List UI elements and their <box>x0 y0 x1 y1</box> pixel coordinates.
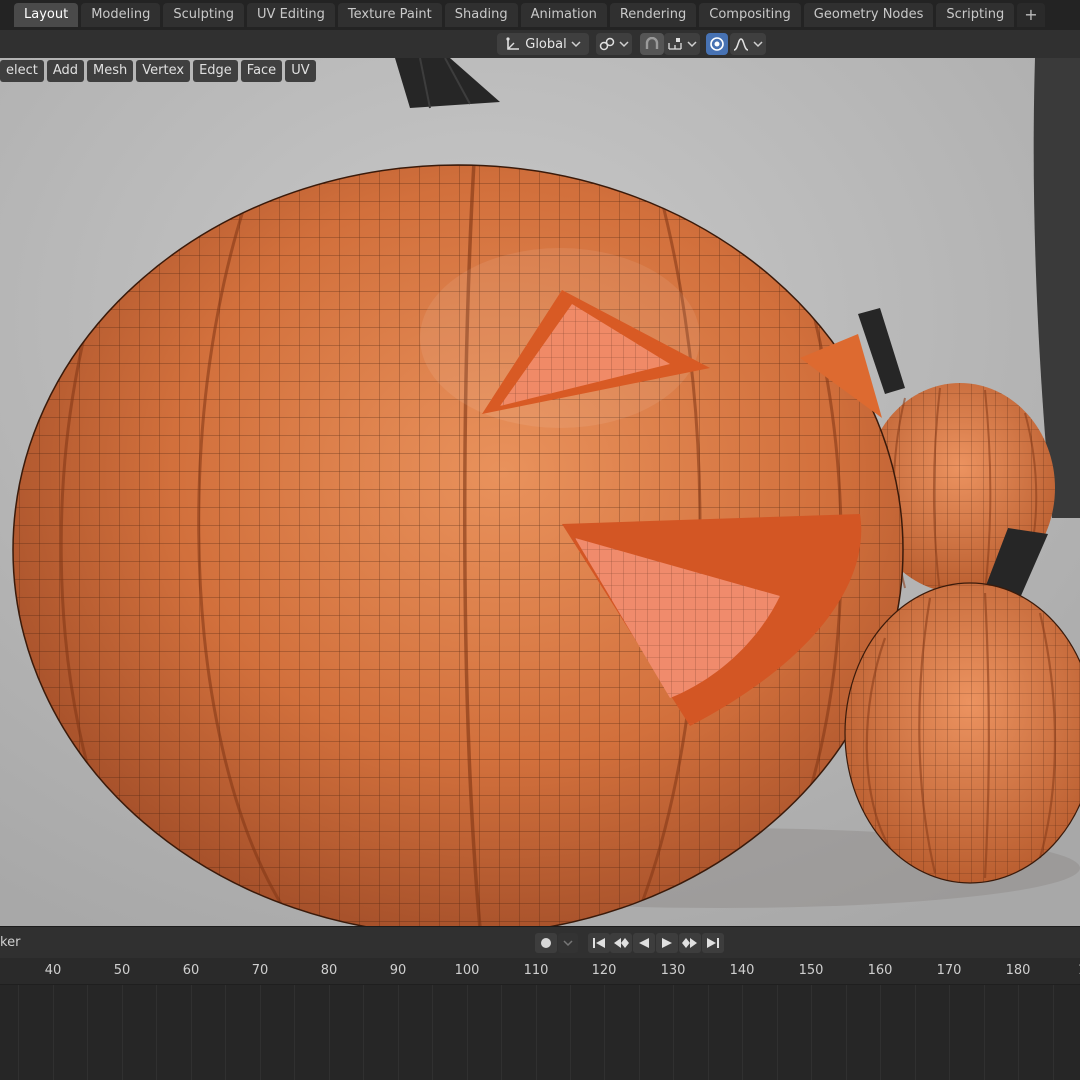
pivot-point-dropdown[interactable] <box>596 33 632 55</box>
viewport-menu-bar: elect Add Mesh Vertex Edge Face UV <box>0 60 316 82</box>
menu-face[interactable]: Face <box>240 60 283 82</box>
chevron-down-icon <box>563 940 573 947</box>
snap-target-dropdown[interactable] <box>664 33 700 55</box>
falloff-dropdown[interactable] <box>730 33 766 55</box>
snap-icon <box>645 37 659 49</box>
tab-geometry-nodes[interactable]: Geometry Nodes <box>803 3 934 27</box>
ruler-tick: 180 <box>1005 963 1031 978</box>
jump-end-icon <box>707 938 719 948</box>
ruler-tick: 160 <box>867 963 893 978</box>
chevron-down-icon <box>687 41 697 48</box>
ruler-tick: 60 <box>182 963 200 978</box>
pumpkin-scene <box>0 58 1080 926</box>
tab-uv-editing[interactable]: UV Editing <box>247 3 335 27</box>
add-workspace-button[interactable]: + <box>1017 3 1045 27</box>
tab-layout[interactable]: Layout <box>14 3 79 27</box>
keying-dropdown[interactable] <box>558 933 578 953</box>
tab-animation[interactable]: Animation <box>520 3 607 27</box>
timeline-header: ker <box>0 926 1080 959</box>
prev-keyframe-button[interactable] <box>610 933 632 953</box>
viewport-header: Global <box>0 30 1080 59</box>
play-reverse-button[interactable] <box>633 933 655 953</box>
ruler-tick: 130 <box>660 963 686 978</box>
menu-add[interactable]: Add <box>46 60 85 82</box>
ruler-tick: 140 <box>729 963 755 978</box>
next-keyframe-button[interactable] <box>679 933 701 953</box>
menu-vertex[interactable]: Vertex <box>136 60 191 82</box>
tab-compositing[interactable]: Compositing <box>699 3 801 27</box>
play-button[interactable] <box>656 933 678 953</box>
pivot-link-icon <box>599 37 615 51</box>
ruler-tick: 170 <box>936 963 962 978</box>
next-keyframe-icon <box>682 938 697 948</box>
jump-start-button[interactable] <box>588 933 610 953</box>
tab-rendering[interactable]: Rendering <box>609 3 697 27</box>
ruler-tick: 90 <box>389 963 407 978</box>
menu-select[interactable]: elect <box>0 60 44 82</box>
ruler-tick: 110 <box>523 963 549 978</box>
ruler-tick: 50 <box>113 963 131 978</box>
timeline-track-area[interactable] <box>0 985 1080 1080</box>
record-icon <box>541 938 551 948</box>
jump-end-button[interactable] <box>702 933 724 953</box>
ruler-tick: 70 <box>251 963 269 978</box>
chevron-down-icon <box>571 41 581 48</box>
workspace-tabs: Layout Modeling Sculpting UV Editing Tex… <box>14 3 1045 27</box>
transform-orientation-icon <box>506 37 520 50</box>
workspace-bar: Layout Modeling Sculpting UV Editing Tex… <box>0 0 1080 31</box>
chevron-down-icon <box>753 41 763 48</box>
play-icon <box>662 938 672 948</box>
transform-orientation-dropdown[interactable]: Global <box>497 33 589 55</box>
jump-start-icon <box>593 938 605 948</box>
tab-shading[interactable]: Shading <box>444 3 518 27</box>
chevron-down-icon <box>619 41 629 48</box>
prev-keyframe-icon <box>614 938 629 948</box>
ruler-tick: 120 <box>591 963 617 978</box>
menu-mesh[interactable]: Mesh <box>87 60 134 82</box>
menu-uv[interactable]: UV <box>285 60 316 82</box>
tab-modeling[interactable]: Modeling <box>81 3 161 27</box>
orientation-label: Global <box>525 36 567 52</box>
timeline-ruler[interactable]: 40 50 60 70 80 90 100 110 120 130 140 15… <box>0 958 1080 985</box>
tab-texture-paint[interactable]: Texture Paint <box>337 3 442 27</box>
ruler-tick: 80 <box>320 963 338 978</box>
ruler-tick: 100 <box>454 963 480 978</box>
tab-sculpting[interactable]: Sculpting <box>163 3 245 27</box>
menu-edge[interactable]: Edge <box>193 60 238 82</box>
falloff-curve-icon <box>733 38 749 51</box>
snap-toggle[interactable] <box>640 33 664 55</box>
snap-increment-icon <box>668 38 682 50</box>
tab-scripting[interactable]: Scripting <box>936 3 1015 27</box>
play-reverse-icon <box>639 938 649 948</box>
timeline-menu-marker[interactable]: ker <box>0 935 20 950</box>
ruler-tick: 150 <box>798 963 824 978</box>
auto-keying-toggle[interactable] <box>535 933 557 953</box>
ruler-tick: 40 <box>44 963 62 978</box>
proportional-edit-toggle[interactable] <box>706 33 728 55</box>
proportional-edit-icon <box>710 37 724 51</box>
3d-viewport[interactable]: elect Add Mesh Vertex Edge Face UV <box>0 58 1080 926</box>
